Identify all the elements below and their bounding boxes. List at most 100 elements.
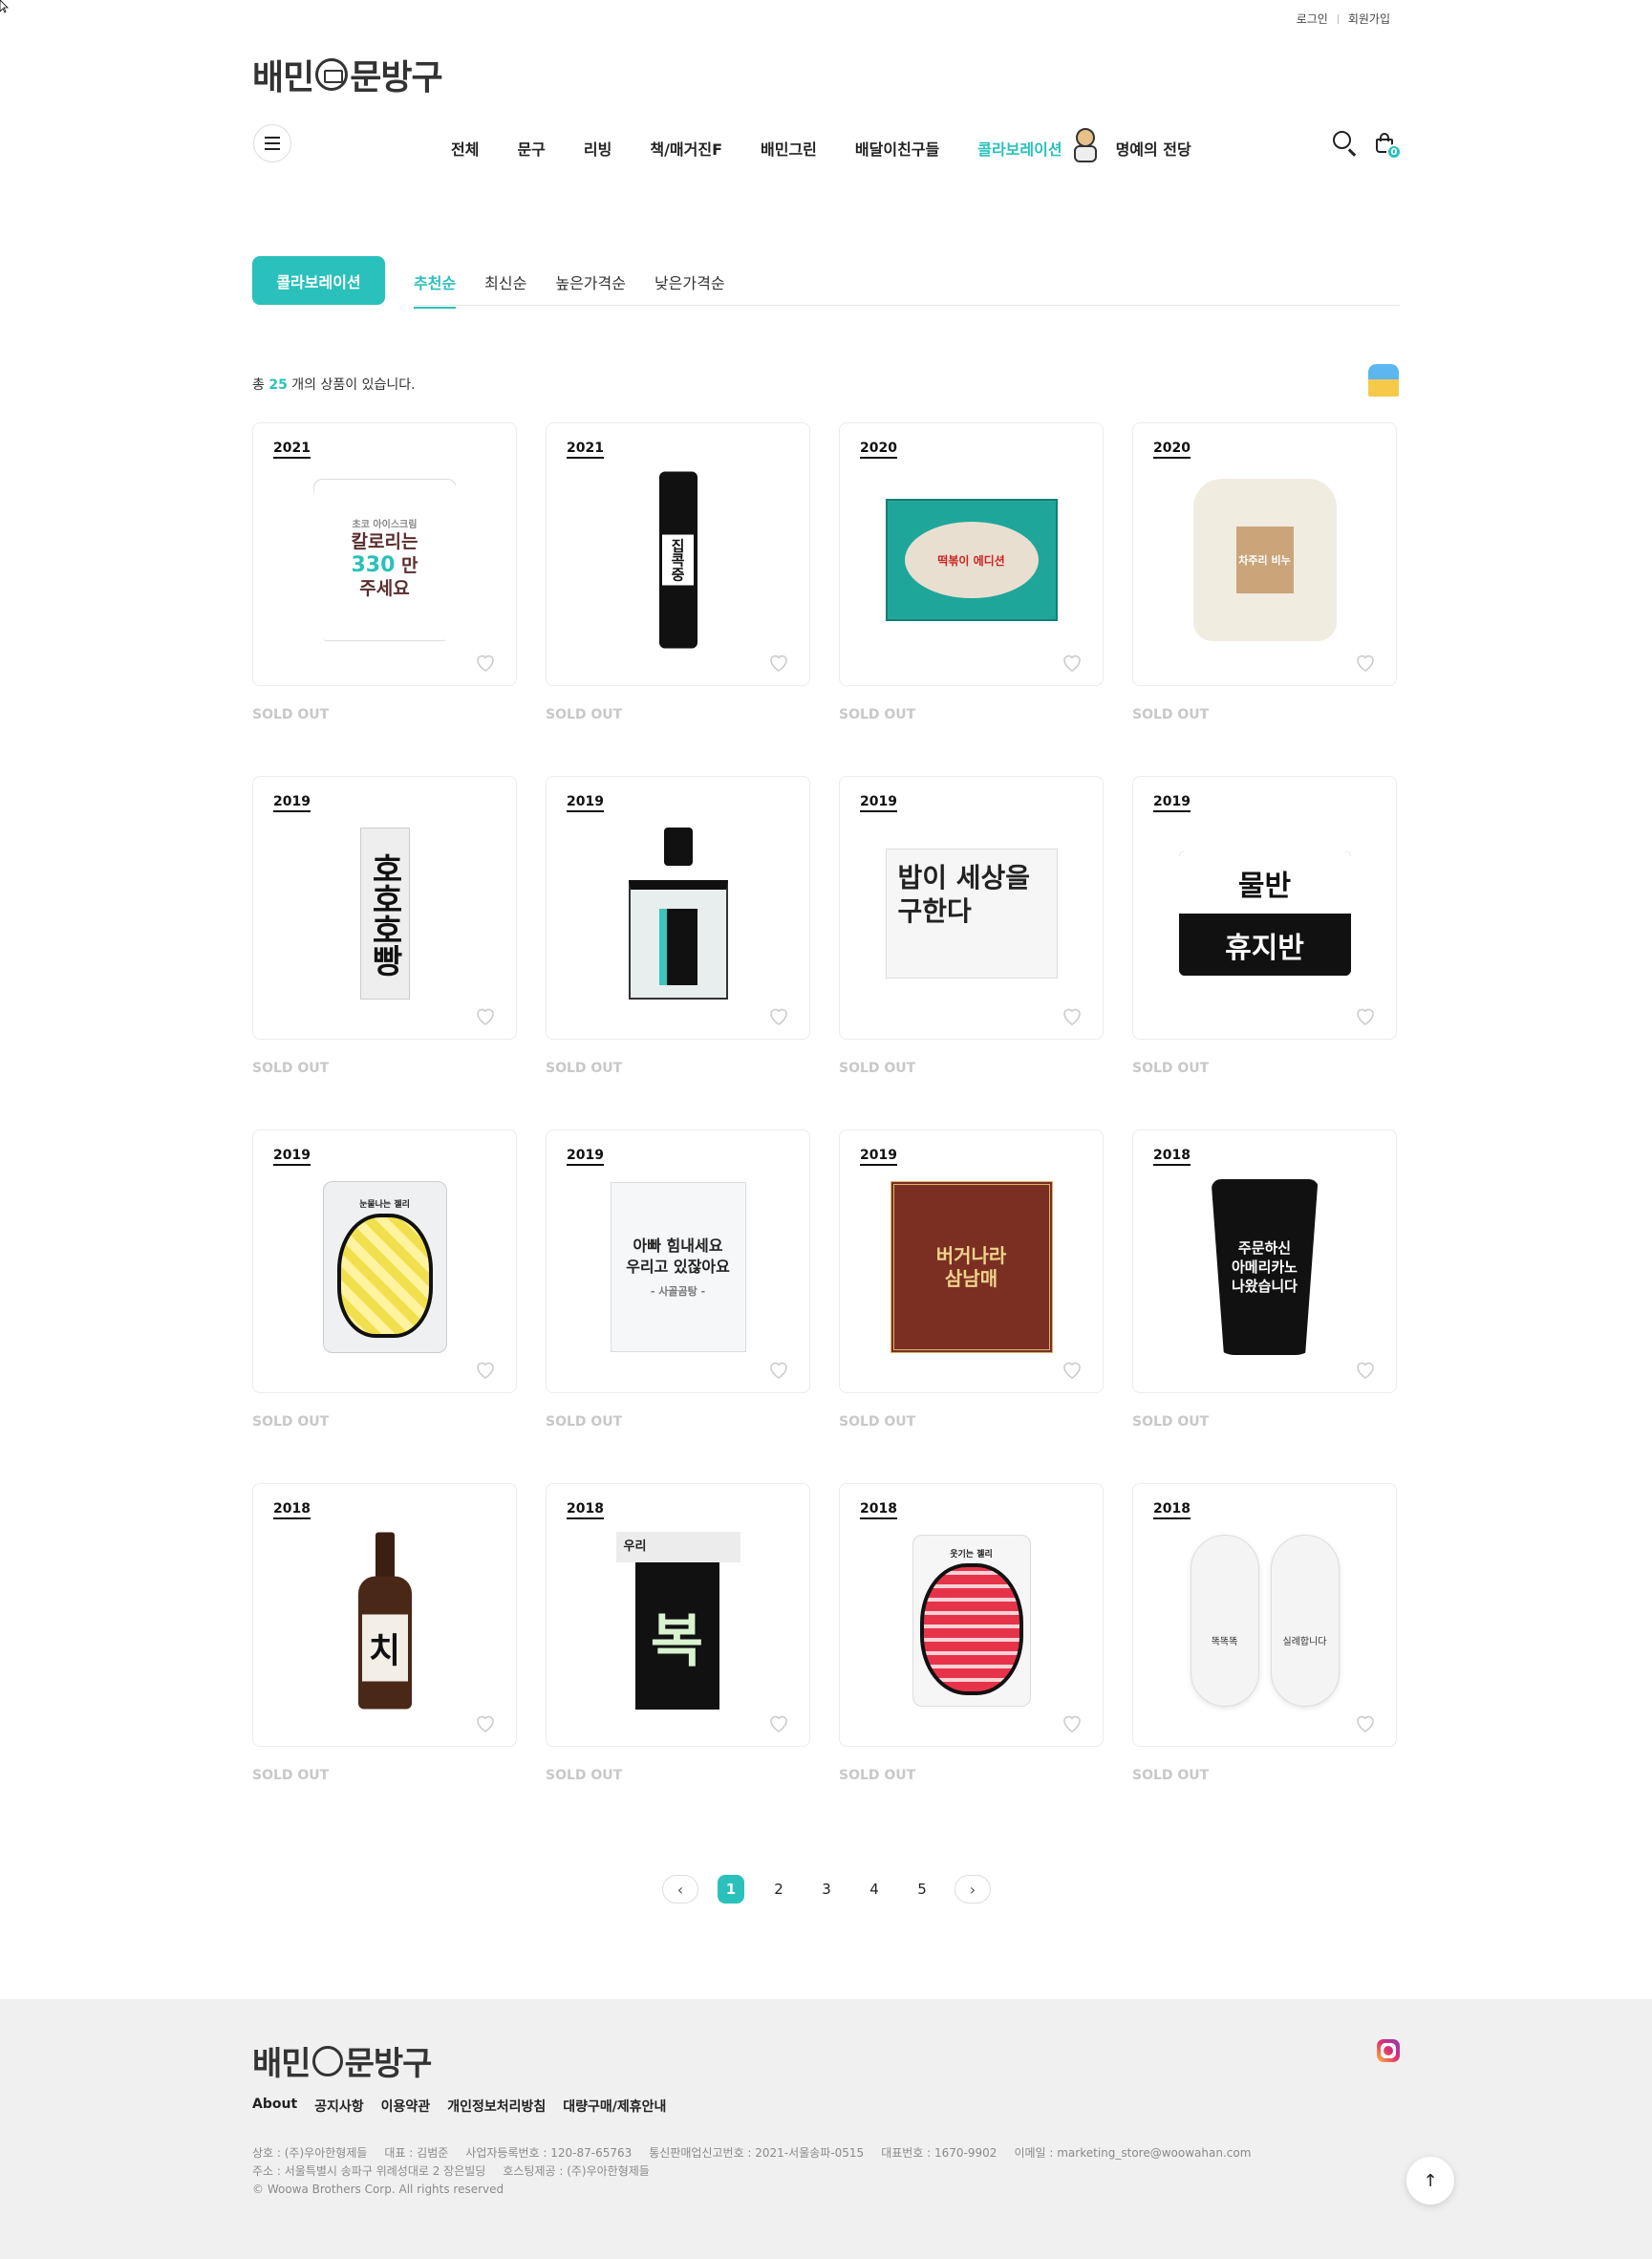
category-button[interactable]: 콜라보레이션	[252, 256, 385, 305]
nav-item-books[interactable]: 책/매거진F	[650, 137, 722, 160]
product-label: 집	[669, 538, 686, 553]
product-label: 호호호빵	[365, 852, 403, 975]
nav-item-stationery[interactable]: 문구	[517, 137, 545, 160]
heart-icon[interactable]	[767, 1711, 790, 1734]
sold-out-label: SOLD OUT	[252, 1768, 330, 1783]
heart-icon[interactable]	[1354, 1711, 1377, 1734]
footer-link-about[interactable]: About	[252, 2097, 297, 2116]
heart-icon[interactable]	[1354, 1358, 1377, 1381]
sold-out-label: SOLD OUT	[252, 707, 330, 722]
heart-icon[interactable]	[767, 1004, 790, 1027]
footer-link-privacy[interactable]: 개인정보처리방침	[447, 2097, 546, 2116]
product-card[interactable]: 2019 밥이 세상을 구한다	[839, 776, 1104, 1040]
product-label: 떡볶이 에디션	[937, 553, 1005, 568]
nav-item-hall-of-fame[interactable]: 명예의 전당	[1116, 137, 1191, 160]
heart-icon[interactable]	[1061, 1358, 1083, 1381]
heart-icon[interactable]	[767, 1358, 790, 1381]
login-link[interactable]: 로그인	[1297, 11, 1328, 27]
heart-icon[interactable]	[474, 1004, 497, 1027]
product-item: 2019 SOLD OUT	[546, 776, 810, 1130]
heart-icon[interactable]	[1061, 1711, 1083, 1734]
sold-out-label: SOLD OUT	[546, 707, 623, 722]
site-logo[interactable]: 배민 문방구	[252, 50, 443, 99]
sold-out-label: SOLD OUT	[252, 1061, 330, 1076]
product-image: 치	[357, 1532, 412, 1710]
footer-logo[interactable]: 배민 문방구	[252, 2037, 432, 2084]
product-card[interactable]: 2020 떡볶이 에디션	[839, 422, 1104, 686]
page-5[interactable]: 5	[909, 1875, 935, 1904]
sold-out-label: SOLD OUT	[1132, 1061, 1210, 1076]
product-card[interactable]: 2018 웃기는 젤리	[839, 1483, 1104, 1747]
nav-item-green[interactable]: 배민그린	[761, 137, 817, 160]
product-label: 우리	[615, 1532, 740, 1562]
sort-latest[interactable]: 최신순	[484, 270, 526, 309]
info-hosting: 호스팅제공 : (주)우아한형제들	[503, 2164, 650, 2178]
logo-text-right: 문방구	[350, 58, 442, 97]
page-4[interactable]: 4	[861, 1875, 888, 1904]
product-image: 우리 복	[615, 1532, 740, 1710]
sort-recommended[interactable]: 추천순	[414, 270, 457, 309]
page-3[interactable]: 3	[813, 1875, 840, 1904]
product-card[interactable]: 2019 눈물나는 젤리	[252, 1130, 517, 1393]
product-image: 주문하신 아메리카노 나왔습니다	[1211, 1179, 1319, 1355]
product-year: 2019	[273, 1148, 311, 1166]
heart-icon[interactable]	[1354, 651, 1377, 674]
next-page-button[interactable]: ›	[955, 1875, 991, 1904]
nav-item-friends[interactable]: 배달이친구들	[855, 137, 939, 160]
heart-icon[interactable]	[474, 1711, 497, 1734]
product-image: 물반 휴지반	[1178, 851, 1351, 976]
product-item: 2018 주문하신 아메리카노 나왔습니다 SOLD OUT	[1132, 1130, 1397, 1483]
nav-item-living[interactable]: 리빙	[584, 137, 611, 160]
sold-out-label: SOLD OUT	[839, 1414, 916, 1430]
product-image: 차주리 비누	[1192, 479, 1337, 641]
product-label: 만	[401, 554, 418, 576]
heart-icon[interactable]	[474, 651, 497, 674]
sort-price-low[interactable]: 낮은가격순	[654, 270, 725, 309]
heart-icon[interactable]	[1061, 651, 1083, 674]
product-card[interactable]: 2020 차주리 비누	[1132, 422, 1397, 686]
product-card[interactable]: 2018 치	[252, 1483, 517, 1747]
product-image: 밥이 세상을 구한다	[885, 849, 1058, 979]
footer-link-terms[interactable]: 이용약관	[381, 2097, 431, 2116]
product-card[interactable]: 2019 호호호빵	[252, 776, 517, 1040]
heart-icon[interactable]	[1061, 1004, 1083, 1027]
heart-icon[interactable]	[1354, 1004, 1377, 1027]
product-image: 눈물나는 젤리	[322, 1181, 447, 1353]
heart-icon[interactable]	[474, 1358, 497, 1381]
product-card[interactable]: 2018 주문하신 아메리카노 나왔습니다	[1132, 1130, 1397, 1393]
product-card[interactable]: 2019 버거나라 삼남매	[839, 1130, 1104, 1393]
prev-page-button[interactable]: ‹	[662, 1875, 698, 1904]
sold-out-label: SOLD OUT	[546, 1414, 623, 1430]
heart-icon[interactable]	[767, 651, 790, 674]
product-year: 2018	[1153, 1148, 1191, 1166]
sort-price-high[interactable]: 높은가격순	[555, 270, 626, 309]
nav-item-all[interactable]: 전체	[451, 137, 479, 160]
main-navigation: 전체 문구 리빙 책/매거진F 배민그린 배달이친구들 콜라보레이션 명예의 전…	[451, 128, 1230, 164]
product-year: 2018	[1153, 1501, 1191, 1519]
info-business-number: 사업자등록번호 : 120-87-65763	[465, 2146, 633, 2160]
product-label: 칼로리는	[351, 531, 418, 552]
product-count: 총 25 개의 상품이 있습니다.	[252, 375, 416, 394]
footer-link-bulk[interactable]: 대량구매/제휴안내	[563, 2097, 666, 2116]
product-card[interactable]: 2019 아빠 힘내세요 우리고 있잖아요 - 사골곰탕 -	[546, 1130, 810, 1393]
page-2[interactable]: 2	[765, 1875, 792, 1904]
product-item: 2019 물반 휴지반 SOLD OUT	[1132, 776, 1397, 1130]
cart-count-badge: 0	[1386, 144, 1402, 160]
product-card[interactable]: 2021 집콕중	[546, 422, 810, 686]
instagram-icon[interactable]	[1377, 2039, 1400, 2062]
footer-link-notice[interactable]: 공지사항	[314, 2097, 364, 2116]
cart-icon[interactable]: 0	[1374, 132, 1402, 160]
mascot-badge-icon[interactable]	[1368, 364, 1399, 397]
product-card[interactable]: 2018 우리 복	[546, 1483, 810, 1747]
signup-link[interactable]: 회원가입	[1348, 11, 1390, 27]
hamburger-menu-button[interactable]	[253, 124, 291, 162]
product-card[interactable]: 2018 똑똑똑 실례합니다	[1132, 1483, 1397, 1747]
nav-item-collaboration[interactable]: 콜라보레이션	[977, 137, 1062, 160]
product-label: 물반	[1178, 851, 1351, 914]
product-card[interactable]: 2019 물반 휴지반	[1132, 776, 1397, 1040]
page-1[interactable]: 1	[718, 1875, 744, 1904]
scroll-to-top-button[interactable]: ↑	[1406, 2157, 1454, 2205]
search-icon[interactable]	[1333, 131, 1358, 157]
product-card[interactable]: 2019	[546, 776, 810, 1040]
product-card[interactable]: 2021 초코 아이스크림 칼로리는 330 만 주세요	[252, 422, 517, 686]
